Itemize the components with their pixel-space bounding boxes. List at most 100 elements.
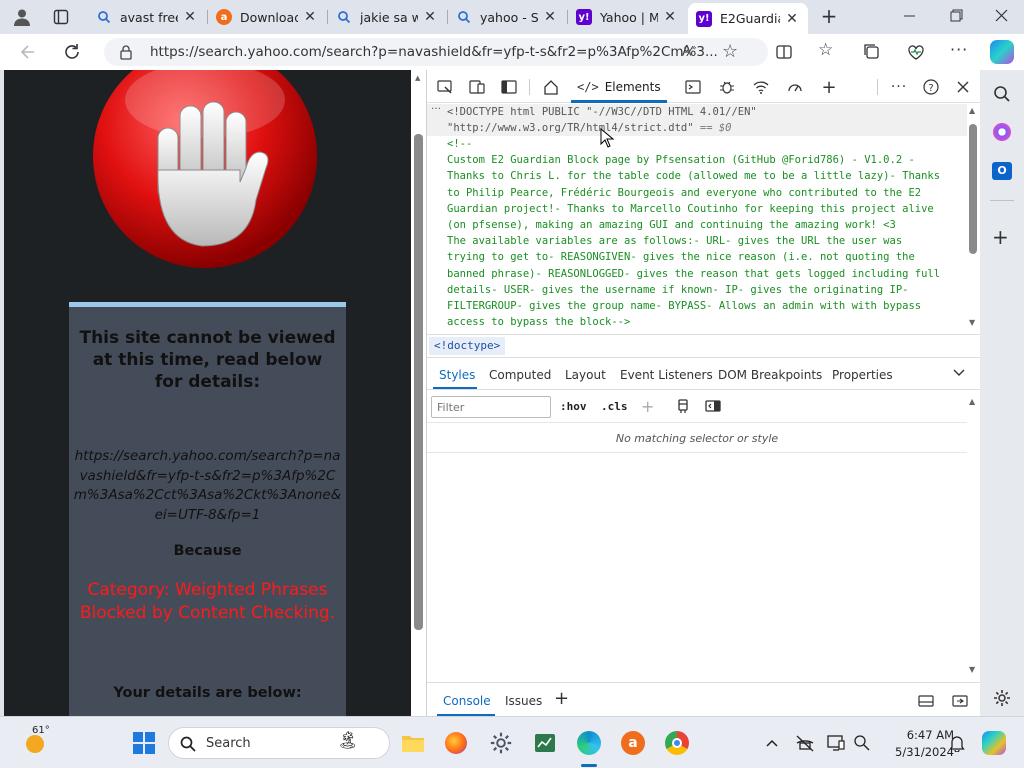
filter-input[interactable]: [431, 396, 551, 418]
close-icon[interactable]: ✕: [302, 9, 318, 25]
collections-icon[interactable]: [862, 42, 882, 62]
tab-properties[interactable]: Properties: [832, 368, 893, 382]
close-devtools-icon[interactable]: [949, 76, 977, 98]
scrollbar-thumb[interactable]: [969, 124, 977, 254]
lock-icon[interactable]: [118, 44, 134, 60]
close-icon[interactable]: ✕: [784, 11, 800, 27]
customize-menu-icon[interactable]: ···: [885, 76, 913, 98]
welcome-home-icon[interactable]: [537, 76, 565, 98]
tab-layout[interactable]: Layout: [565, 368, 606, 382]
tab-item[interactable]: jakie sa w ✕: [328, 3, 446, 31]
firefox-icon[interactable]: [442, 729, 470, 757]
app-chart-icon[interactable]: [531, 729, 559, 757]
comment-line: (on pfsense), making an amazing GUI and …: [447, 219, 896, 232]
tab-event-listeners[interactable]: Event Listeners: [620, 368, 713, 382]
network-icon[interactable]: [794, 733, 816, 753]
split-screen-icon[interactable]: [774, 42, 794, 62]
element-state-icon[interactable]: [675, 398, 691, 414]
quick-view-icon[interactable]: [951, 693, 969, 709]
chevron-down-icon[interactable]: [951, 364, 967, 380]
back-icon[interactable]: [18, 42, 38, 62]
maximize-button[interactable]: [946, 6, 966, 26]
tab-item[interactable]: yahoo - Se ✕: [448, 3, 566, 31]
tab-styles[interactable]: Styles: [439, 368, 475, 382]
sources-bug-icon[interactable]: [713, 76, 741, 98]
console-icon[interactable]: [679, 76, 707, 98]
chrome-icon[interactable]: [663, 729, 691, 757]
avast-icon[interactable]: a: [619, 729, 647, 757]
help-icon[interactable]: ?: [917, 76, 945, 98]
refresh-icon[interactable]: [62, 42, 82, 62]
close-icon[interactable]: ✕: [422, 9, 438, 25]
cls-toggle[interactable]: .cls: [601, 399, 628, 415]
clock-date[interactable]: 5/31/2024: [884, 745, 954, 759]
inspect-element-icon[interactable]: [431, 76, 459, 98]
tab-dom-breakpoints[interactable]: DOM Breakpoints: [718, 368, 822, 382]
search-icon[interactable]: [992, 84, 1012, 104]
tab-item[interactable]: y! Yahoo | M ✕: [568, 3, 686, 31]
drawer-undock-icon[interactable]: [917, 693, 935, 709]
active-app-indicator: [581, 764, 597, 767]
close-window-button[interactable]: [992, 6, 1012, 26]
toggle-computed-pane-icon[interactable]: [705, 398, 721, 414]
display-icon[interactable]: [826, 733, 846, 753]
network-wifi-icon[interactable]: [747, 76, 775, 98]
breadcrumb[interactable]: <!doctype>: [429, 337, 506, 356]
tab-item-active[interactable]: y! E2Guardia ✕: [688, 3, 808, 34]
tab-title: Download: [240, 9, 298, 25]
tab-item[interactable]: a Download ✕: [208, 3, 326, 31]
toggle-sidebar-icon[interactable]: [495, 76, 523, 98]
favorites-icon[interactable]: ☆: [818, 40, 833, 60]
comment-line: Thanks to Chris L. for the table code (a…: [447, 170, 941, 183]
scrollbar-thumb[interactable]: [414, 134, 423, 630]
tab-item[interactable]: avast free ✕: [88, 3, 206, 31]
clock-time[interactable]: 6:47 AM: [884, 728, 954, 742]
styles-scrollbar[interactable]: ▲ ▼: [967, 391, 980, 681]
html-comment[interactable]: <!-- Custom E2 Guardian Block page by Pf…: [447, 136, 940, 330]
add-sidebar-app-icon[interactable]: +: [992, 225, 1009, 249]
edge-icon[interactable]: [575, 729, 603, 757]
page-scrollbar[interactable]: ▲: [411, 70, 426, 716]
add-drawer-tab-icon[interactable]: +: [554, 688, 569, 709]
tab-computed[interactable]: Computed: [489, 368, 551, 382]
tab-issues[interactable]: Issues: [505, 694, 542, 708]
device-emulation-icon[interactable]: [463, 76, 491, 98]
close-icon[interactable]: ✕: [542, 9, 558, 25]
performance-icon[interactable]: [781, 76, 809, 98]
windows-taskbar: 61° Search 🏝 a 6:47 AM 5/31/2024: [0, 716, 1024, 768]
weather-widget[interactable]: 61°: [22, 725, 52, 757]
close-icon[interactable]: ✕: [182, 9, 198, 25]
details-heading: Your details are below:: [113, 685, 302, 701]
profile-icon[interactable]: [10, 5, 34, 29]
more-tools-plus-icon[interactable]: +: [815, 76, 843, 98]
minimize-button[interactable]: [900, 6, 920, 26]
accessibility-icon[interactable]: [852, 733, 872, 753]
read-aloud-icon[interactable]: A»: [682, 43, 696, 60]
favorite-star-icon[interactable]: ☆: [722, 41, 738, 62]
chevron-up-icon[interactable]: [764, 735, 780, 751]
copilot-taskbar-icon[interactable]: [982, 731, 1006, 755]
copilot-sidebar-icon[interactable]: [993, 123, 1011, 141]
hov-toggle[interactable]: :hov: [560, 399, 587, 415]
browser-essentials-icon[interactable]: [906, 42, 926, 62]
because-label: Because: [173, 543, 242, 559]
settings-gear-icon[interactable]: [487, 729, 515, 757]
tab-elements[interactable]: </> Elements: [577, 76, 661, 98]
outlook-icon[interactable]: O: [992, 162, 1012, 180]
url-text[interactable]: https://search.yahoo.com/search?p=navash…: [150, 44, 718, 60]
file-explorer-icon[interactable]: [399, 729, 427, 757]
new-tab-button[interactable]: +: [818, 6, 840, 28]
notification-bell-icon[interactable]: [948, 734, 966, 753]
windows-start-icon[interactable]: [130, 729, 158, 757]
tab-actions-icon[interactable]: [50, 6, 72, 28]
tab-console[interactable]: Console: [443, 694, 491, 708]
more-menu-icon[interactable]: ···: [950, 40, 968, 59]
address-bar[interactable]: https://search.yahoo.com/search?p=navash…: [104, 38, 768, 66]
close-icon[interactable]: ✕: [662, 9, 678, 25]
dom-scrollbar[interactable]: ▲ ▼: [967, 104, 980, 334]
copilot-icon[interactable]: [990, 40, 1014, 64]
taskbar-search-box[interactable]: Search 🏝: [168, 727, 390, 759]
new-style-rule-icon[interactable]: +: [641, 397, 654, 416]
sidebar-settings-gear-icon[interactable]: [992, 688, 1012, 708]
expand-ellipsis-icon[interactable]: …: [431, 104, 441, 112]
